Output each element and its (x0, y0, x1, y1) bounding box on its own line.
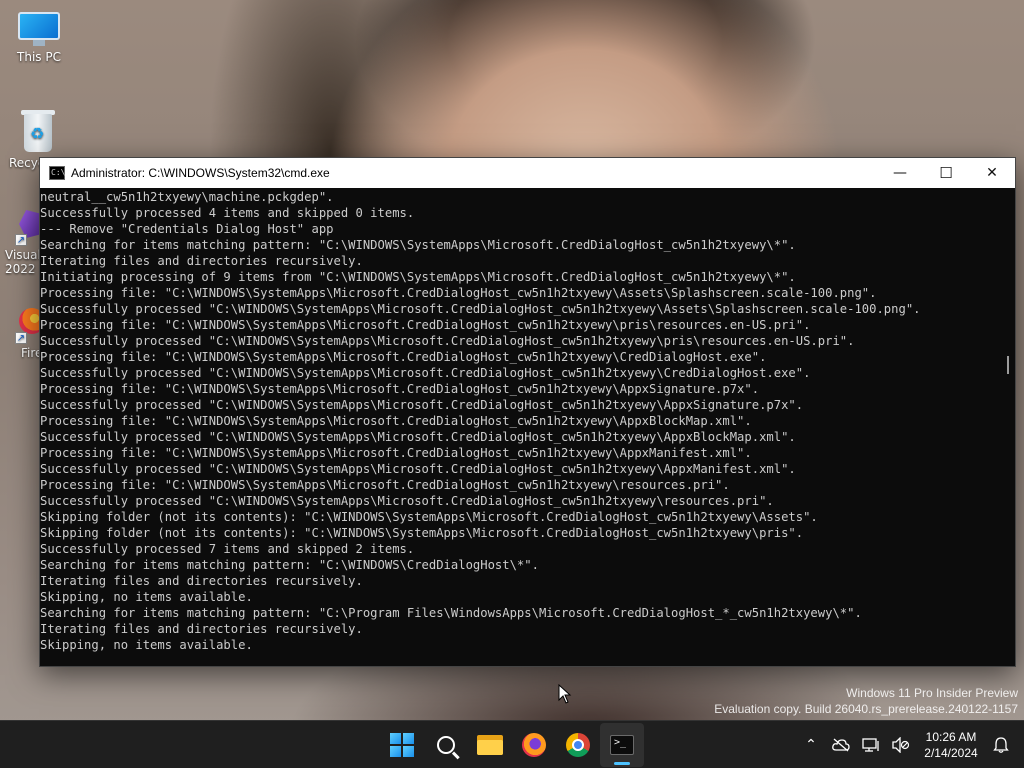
chrome-button[interactable] (556, 723, 600, 767)
console-line: Searching for items matching pattern: "C… (40, 238, 796, 252)
console-line: Processing file: "C:\WINDOWS\SystemApps\… (40, 318, 811, 332)
clock-time: 10:26 AM (925, 730, 977, 744)
console-cursor-line (40, 653, 1001, 666)
vertical-scrollbar[interactable] (1001, 188, 1015, 666)
firefox-icon (522, 733, 546, 757)
close-button[interactable]: ✕ (969, 158, 1015, 188)
desktop-icon-label: Visual 2022 P (5, 248, 47, 276)
taskbar: >_ ⌃ 10:26 AM 2/14/2024 (0, 720, 1024, 768)
console-line: Initiating processing of 9 items from "C… (40, 270, 796, 284)
console-line: Successfully processed "C:\WINDOWS\Syste… (40, 494, 774, 508)
title-bar[interactable]: C:\ Administrator: C:\WINDOWS\System32\c… (40, 158, 1015, 188)
desktop-icon-visual-studio[interactable]: ↗ Visual 2022 P (0, 210, 47, 276)
window-title: Administrator: C:\WINDOWS\System32\cmd.e… (71, 166, 330, 180)
cloud-offline-icon[interactable] (826, 730, 856, 760)
search-button[interactable] (424, 723, 468, 767)
chrome-icon (566, 733, 590, 757)
console-line: Iterating files and directories recursiv… (40, 254, 363, 268)
console-line: neutral__cw5n1h2txyewy\machine.pckgdep". (40, 190, 334, 204)
console-line: Processing file: "C:\WINDOWS\SystemApps\… (40, 286, 877, 300)
cmd-app-icon: C:\ (49, 166, 65, 180)
file-explorer-button[interactable] (468, 723, 512, 767)
windows-logo-icon (390, 733, 414, 757)
desktop-icon-firefox[interactable]: ↗ Fire (0, 308, 45, 360)
console-line: Iterating files and directories recursiv… (40, 574, 363, 588)
terminal-button[interactable]: >_ (600, 723, 644, 767)
taskbar-apps: >_ (380, 721, 644, 768)
terminal-icon: >_ (610, 735, 634, 755)
firefox-button[interactable] (512, 723, 556, 767)
console-line: Searching for items matching pattern: "C… (40, 606, 862, 620)
console-line: Processing file: "C:\WINDOWS\SystemApps\… (40, 414, 752, 428)
evaluation-watermark: Windows 11 Pro Insider Preview Evaluatio… (714, 685, 1018, 717)
shortcut-arrow-icon: ↗ (15, 332, 27, 344)
cmd-window[interactable]: C:\ Administrator: C:\WINDOWS\System32\c… (39, 157, 1016, 667)
this-pc-icon (18, 12, 60, 46)
console-line: Searching for items matching pattern: "C… (40, 558, 539, 572)
watermark-build: Evaluation copy. Build 26040.rs_prerelea… (714, 702, 1018, 716)
desktop-icon-label: Fire (21, 346, 43, 360)
notification-bell-icon[interactable] (986, 730, 1016, 760)
minimize-button[interactable]: — (877, 158, 923, 188)
recycle-bin-icon: ♻ (21, 108, 55, 152)
console-line: Successfully processed 4 items and skipp… (40, 206, 415, 220)
mouse-pointer-icon (558, 684, 572, 704)
folder-icon (477, 735, 503, 755)
console-line: Processing file: "C:\WINDOWS\SystemApps\… (40, 446, 752, 460)
maximize-button[interactable]: ☐ (923, 158, 969, 188)
active-indicator (614, 762, 630, 765)
console-line: Processing file: "C:\WINDOWS\SystemApps\… (40, 382, 760, 396)
console-line: Skipping folder (not its contents): "C:\… (40, 526, 804, 540)
desktop-icon-label: This PC (17, 50, 61, 64)
clock-date: 2/14/2024 (924, 746, 978, 760)
console-line: Skipping, no items available. (40, 590, 253, 604)
scrollbar-thumb[interactable] (1007, 356, 1009, 374)
console-output[interactable]: neutral__cw5n1h2txyewy\machine.pckgdep".… (40, 188, 1001, 666)
console-line: Successfully processed "C:\WINDOWS\Syste… (40, 334, 855, 348)
system-tray: ⌃ 10:26 AM 2/14/2024 (796, 721, 1024, 768)
console-line: Skipping folder (not its contents): "C:\… (40, 510, 818, 524)
desktop-icon-this-pc[interactable]: This PC (1, 12, 77, 64)
console-line: Successfully processed "C:\WINDOWS\Syste… (40, 302, 921, 316)
start-button[interactable] (380, 723, 424, 767)
shortcut-arrow-icon: ↗ (15, 234, 27, 246)
console-line: Successfully processed 7 items and skipp… (40, 542, 415, 556)
console-line: Successfully processed "C:\WINDOWS\Syste… (40, 430, 796, 444)
volume-muted-icon[interactable] (886, 730, 916, 760)
show-hidden-icons-chevron-icon[interactable]: ⌃ (796, 730, 826, 760)
console-line: Processing file: "C:\WINDOWS\SystemApps\… (40, 350, 767, 364)
console-line: --- Remove "Credentials Dialog Host" app (40, 222, 334, 236)
console-line: Successfully processed "C:\WINDOWS\Syste… (40, 366, 811, 380)
search-icon (437, 736, 455, 754)
console-line: Iterating files and directories recursiv… (40, 622, 363, 636)
console-line: Successfully processed "C:\WINDOWS\Syste… (40, 462, 796, 476)
console-line: Successfully processed "C:\WINDOWS\Syste… (40, 398, 804, 412)
console-line: Processing file: "C:\WINDOWS\SystemApps\… (40, 478, 730, 492)
watermark-edition: Windows 11 Pro Insider Preview (846, 686, 1018, 700)
console-line: Skipping, no items available. (40, 638, 253, 652)
clock[interactable]: 10:26 AM 2/14/2024 (916, 729, 986, 761)
network-icon[interactable] (856, 730, 886, 760)
